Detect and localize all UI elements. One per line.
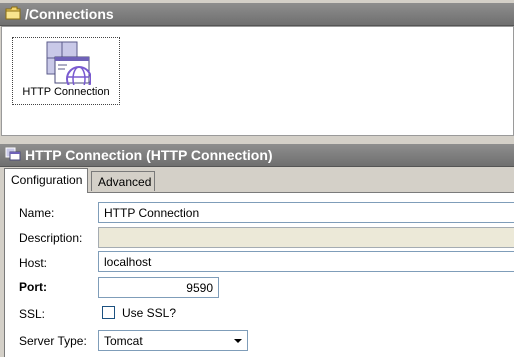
editor-title: HTTP Connection (HTTP Connection)	[25, 147, 273, 163]
name-label: Name:	[19, 206, 55, 220]
editor-titlebar: HTTP Connection (HTTP Connection)	[0, 144, 514, 167]
folder-icon	[5, 6, 21, 23]
server-type-value: Tomcat	[104, 334, 143, 348]
connections-title: /Connections	[25, 6, 114, 22]
ssl-checkbox[interactable]	[102, 306, 115, 319]
host-field[interactable]: localhost	[98, 251, 514, 272]
ssl-label: SSL:	[19, 307, 46, 321]
configuration-form: Name: HTTP Connection Description: Host:…	[4, 192, 514, 357]
connections-titlebar: /Connections	[0, 3, 514, 26]
host-label: Host:	[19, 256, 48, 270]
description-label: Description:	[19, 231, 83, 245]
http-connection-label: HTTP Connection	[22, 86, 110, 98]
tab-advanced[interactable]: Advanced	[91, 171, 155, 191]
connections-browser: HTTP Connection	[1, 26, 514, 136]
http-connection-small-icon	[5, 147, 21, 164]
http-connection-item[interactable]: HTTP Connection	[12, 37, 120, 105]
name-field[interactable]: HTTP Connection	[98, 202, 514, 223]
tab-configuration[interactable]: Configuration	[4, 168, 88, 193]
server-type-label: Server Type:	[19, 334, 87, 348]
chevron-down-icon	[234, 339, 242, 343]
server-type-select[interactable]: Tomcat	[98, 330, 248, 351]
description-field[interactable]	[98, 227, 514, 248]
port-label: Port:	[19, 280, 47, 294]
ssl-checkbox-label[interactable]: Use SSL?	[122, 306, 176, 320]
port-field[interactable]: 9590	[98, 277, 219, 298]
http-connection-icon	[46, 41, 91, 85]
